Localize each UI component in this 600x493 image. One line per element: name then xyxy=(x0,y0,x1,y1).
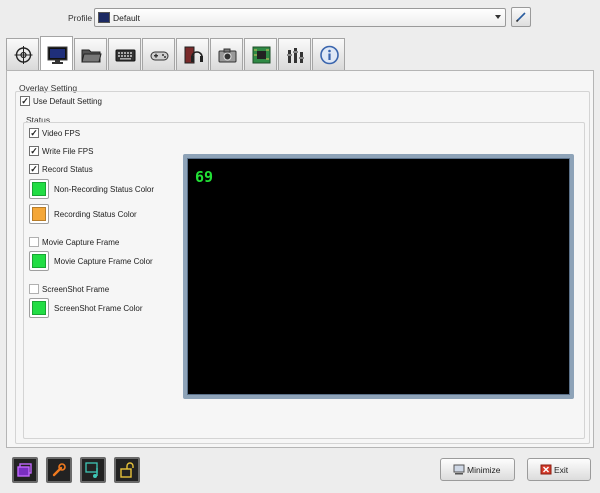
tab-camera[interactable] xyxy=(210,38,243,70)
screenshot-frame-checkbox[interactable] xyxy=(29,284,39,294)
exit-label: Exit xyxy=(554,465,569,475)
video-fps-row[interactable]: ✓ Video FPS xyxy=(29,128,109,140)
headset-icon xyxy=(184,46,203,64)
tab-info[interactable] xyxy=(312,38,345,70)
crosshair-icon xyxy=(14,46,33,64)
minimize-button[interactable]: Minimize xyxy=(440,458,515,481)
chevron-down-icon xyxy=(495,15,501,19)
folder-icon xyxy=(81,49,102,63)
edit-profile-button[interactable] xyxy=(511,7,531,27)
screenshot-color-label: ScreenShot Frame Color xyxy=(54,304,143,313)
camera-icon xyxy=(218,48,237,63)
window-icon xyxy=(17,463,32,477)
video-fps-checkbox[interactable]: ✓ xyxy=(29,128,39,138)
movie-capture-frame-row[interactable]: Movie Capture Frame xyxy=(29,237,134,249)
exit-button[interactable]: Exit xyxy=(527,458,591,481)
overlay-preview: 69 xyxy=(183,154,574,399)
fps-readout: 69 xyxy=(195,168,214,186)
profile-row: Profile Default xyxy=(0,0,600,36)
gamepad-icon xyxy=(150,51,169,61)
screenshot-color-button[interactable] xyxy=(29,298,49,318)
tab-gamepad[interactable] xyxy=(142,38,175,70)
pencil-icon xyxy=(515,12,526,23)
tab-tools[interactable] xyxy=(278,38,311,70)
non-recording-color-label: Non-Recording Status Color xyxy=(54,185,155,194)
video-fps-label: Video FPS xyxy=(42,129,81,138)
close-icon xyxy=(540,464,552,475)
keyboard-icon xyxy=(115,49,136,62)
profile-value: Default xyxy=(113,13,140,23)
info-icon xyxy=(320,45,339,65)
color-swatch xyxy=(32,182,46,196)
color-swatch xyxy=(32,207,46,221)
monitor-icon xyxy=(47,46,68,64)
record-status-checkbox[interactable]: ✓ xyxy=(29,164,39,174)
wrench-icon xyxy=(52,463,66,477)
write-file-fps-checkbox[interactable]: ✓ xyxy=(29,146,39,156)
write-file-fps-label: Write File FPS xyxy=(42,147,94,156)
window-tool-button[interactable] xyxy=(12,457,38,483)
tools-icon xyxy=(287,48,304,63)
use-default-checkbox-row[interactable]: ✓ Use Default Setting xyxy=(20,96,130,108)
non-recording-color-button[interactable] xyxy=(29,179,49,199)
tab-keyboard[interactable] xyxy=(108,38,141,70)
chip-icon xyxy=(252,46,271,64)
tab-crosshair[interactable] xyxy=(6,38,39,70)
color-swatch xyxy=(32,301,46,315)
movie-capture-color-label: Movie Capture Frame Color xyxy=(54,257,153,266)
tab-chip[interactable] xyxy=(244,38,277,70)
record-status-label: Record Status xyxy=(42,165,93,174)
color-swatch xyxy=(32,254,46,268)
settings-panel: Overlay Setting ✓ Use Default Setting St… xyxy=(6,70,594,448)
movie-capture-color-button[interactable] xyxy=(29,251,49,271)
tab-monitor[interactable] xyxy=(40,36,73,70)
use-default-checkbox[interactable]: ✓ xyxy=(20,96,30,106)
screenshot-frame-row[interactable]: ScreenShot Frame xyxy=(29,284,124,296)
monitor-icon xyxy=(98,12,110,23)
record-status-row[interactable]: ✓ Record Status xyxy=(29,164,119,176)
movie-capture-frame-label: Movie Capture Frame xyxy=(42,238,120,247)
unlock-icon xyxy=(120,462,134,478)
write-file-fps-row[interactable]: ✓ Write File FPS xyxy=(29,146,119,158)
profile-select[interactable]: Default xyxy=(94,8,506,27)
profile-label: Profile xyxy=(68,13,93,23)
recording-color-label: Recording Status Color xyxy=(54,210,137,219)
use-default-label: Use Default Setting xyxy=(33,97,102,106)
movie-capture-frame-checkbox[interactable] xyxy=(29,237,39,247)
music-icon xyxy=(85,462,98,478)
tab-headset[interactable] xyxy=(176,38,209,70)
bottom-bar: Minimize Exit xyxy=(0,450,600,493)
music-tool-button[interactable] xyxy=(80,457,106,483)
minimize-icon xyxy=(453,464,465,475)
minimize-label: Minimize xyxy=(467,465,501,475)
unlock-tool-button[interactable] xyxy=(114,457,140,483)
screenshot-frame-label: ScreenShot Frame xyxy=(42,285,110,294)
recording-color-button[interactable] xyxy=(29,204,49,224)
tab-folder[interactable] xyxy=(74,38,107,70)
wrench-tool-button[interactable] xyxy=(46,457,72,483)
